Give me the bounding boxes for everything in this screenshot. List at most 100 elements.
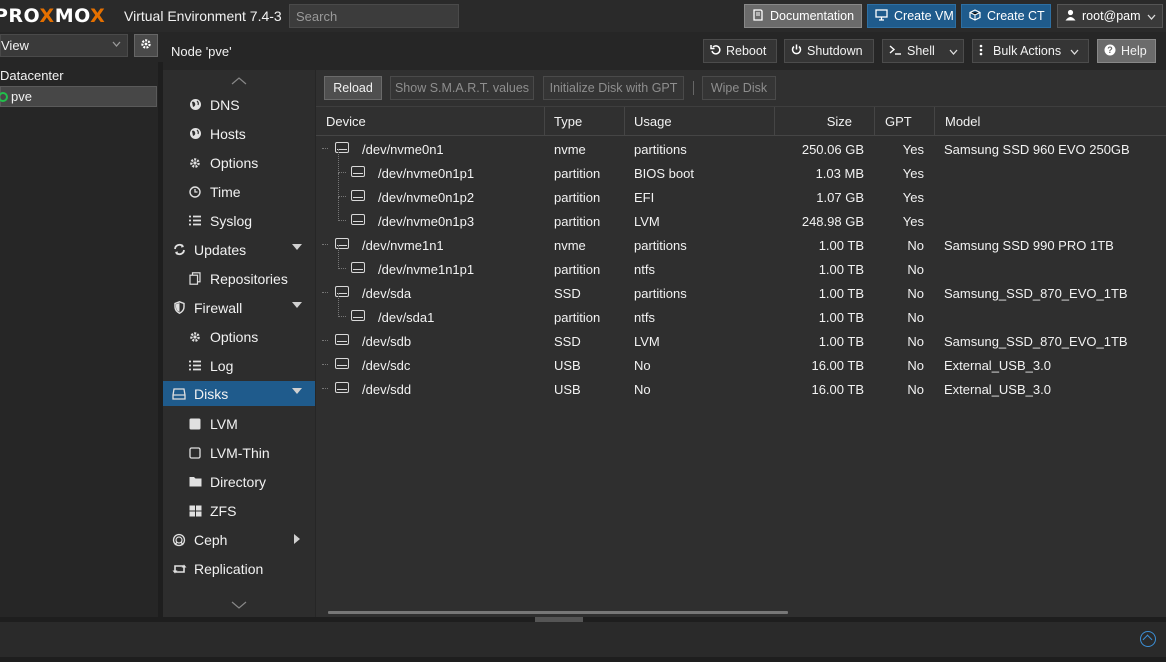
- menu-item-lvm[interactable]: LVM: [163, 411, 315, 436]
- menu-item-label: LVM-Thin: [210, 444, 270, 461]
- cell-size: 1.00 TB: [818, 286, 864, 301]
- proxmox-logo[interactable]: PROXMOX: [0, 5, 105, 27]
- menu-item-ceph[interactable]: Ceph: [163, 527, 315, 552]
- search-input[interactable]: [289, 4, 459, 28]
- menu-item-label: ZFS: [210, 502, 237, 519]
- cell-size: 250.06 GB: [801, 142, 864, 157]
- menu-item-updates[interactable]: Updates: [163, 237, 315, 262]
- cell-usage: partitions: [634, 286, 687, 301]
- expand-up-icon[interactable]: [1140, 631, 1156, 647]
- table-row[interactable]: /dev/sda SSD partitions 1.00 TB No Samsung_SS…: [316, 281, 1166, 305]
- cell-device: /dev/nvme1n1: [362, 238, 444, 253]
- menu-item-zfs[interactable]: ZFS: [163, 498, 315, 523]
- tree-item-datacenter[interactable]: Datacenter: [0, 68, 64, 83]
- grid-icon: [187, 503, 203, 519]
- menu-item-label: Hosts: [210, 125, 246, 142]
- cell-type: USB: [554, 358, 581, 373]
- cell-gpt: No: [907, 238, 924, 253]
- cell-type: partition: [554, 166, 601, 181]
- cell-device: /dev/sdc: [362, 358, 411, 373]
- menu-item-disks[interactable]: Disks: [163, 381, 315, 406]
- chevron-down-icon[interactable]: [949, 44, 958, 58]
- scroll-up-icon[interactable]: [163, 74, 315, 88]
- menu-item-replication[interactable]: Replication: [163, 556, 315, 581]
- menu-item-label: Directory: [210, 473, 267, 490]
- shell-button[interactable]: Shell: [882, 39, 964, 63]
- table-row[interactable]: /dev/nvme0n1p2 partition EFI 1.07 GB Yes: [316, 173, 1166, 209]
- node-menu: DNS Hosts Options Time Syslog Updates Re…: [163, 70, 315, 617]
- menu-item-dns[interactable]: DNS: [163, 92, 315, 117]
- drive-icon: [351, 190, 365, 201]
- table-row[interactable]: /dev/sdb SSD LVM 1.00 TB No Samsung_SSD_870_E…: [316, 329, 1166, 353]
- column-header-size[interactable]: Size: [775, 107, 875, 136]
- cell-type: nvme: [554, 142, 586, 157]
- table-row[interactable]: /dev/nvme1n1 nvme partitions 1.00 TB No Samsu…: [316, 233, 1166, 257]
- column-header-gpt[interactable]: GPT: [875, 107, 935, 136]
- menu-item-syslog[interactable]: Syslog: [163, 208, 315, 233]
- menu-item-firewall-options[interactable]: Options: [163, 324, 315, 349]
- table-row[interactable]: /dev/nvme0n1p1 partition BIOS boot 1.03 MB Y…: [316, 149, 1166, 185]
- expand-arrow-icon[interactable]: [292, 388, 302, 394]
- menu-item-directory[interactable]: Directory: [163, 469, 315, 494]
- view-selector[interactable]: View: [0, 34, 128, 57]
- table-row[interactable]: /dev/nvme0n1 nvme partitions 250.06 GB Yes Sa…: [316, 137, 1166, 161]
- expand-arrow-icon[interactable]: [292, 302, 302, 308]
- menu-item-hosts[interactable]: Hosts: [163, 121, 315, 146]
- table-row[interactable]: /dev/sdc USB No 16.00 TB No External_USB_3.0: [316, 353, 1166, 377]
- documentation-button[interactable]: Documentation: [744, 4, 862, 28]
- reboot-button[interactable]: Reboot: [703, 39, 777, 63]
- show-smart-values-button[interactable]: Show S.M.A.R.T. values: [390, 76, 534, 100]
- view-settings-button[interactable]: [134, 34, 158, 57]
- cell-gpt: Yes: [902, 214, 924, 229]
- horizontal-scrollbar[interactable]: [328, 611, 788, 614]
- reload-button[interactable]: Reload: [324, 76, 382, 100]
- disks-toolbar: Reload Show S.M.A.R.T. values Initialize…: [316, 70, 1166, 106]
- tree-connector: [338, 316, 346, 317]
- scroll-down-icon[interactable]: [163, 598, 315, 612]
- help-button[interactable]: ? Help: [1097, 39, 1156, 63]
- bulk-actions-button[interactable]: Bulk Actions: [972, 39, 1089, 63]
- table-row[interactable]: /dev/sdd USB No 16.00 TB No External_USB_3.0: [316, 377, 1166, 401]
- cell-usage: BIOS boot: [634, 166, 694, 181]
- expand-arrow-icon[interactable]: [292, 244, 302, 250]
- cell-gpt: No: [907, 286, 924, 301]
- user-menu-button[interactable]: root@pam: [1057, 4, 1163, 28]
- menu-item-label: Time: [210, 183, 241, 200]
- drive-icon: [335, 334, 349, 345]
- cell-size: 1.07 GB: [816, 190, 864, 205]
- table-row[interactable]: /dev/nvme0n1p3 partition LVM 248.98 GB Yes: [316, 197, 1166, 233]
- column-header-usage[interactable]: Usage: [625, 107, 775, 136]
- initialize-gpt-button[interactable]: Initialize Disk with GPT: [543, 76, 684, 100]
- shutdown-button[interactable]: Shutdown: [784, 39, 874, 63]
- cell-usage: No: [634, 382, 651, 397]
- drive-icon: [351, 310, 365, 321]
- clock-icon: [187, 184, 203, 200]
- menu-item-label: DNS: [210, 96, 240, 113]
- tree-connector: [338, 173, 339, 197]
- cell-size: 1.00 TB: [818, 310, 864, 325]
- collapsed-arrow-icon[interactable]: [294, 534, 300, 544]
- column-header-model[interactable]: Model: [935, 107, 1166, 136]
- cube-icon: [969, 8, 981, 24]
- create-ct-button[interactable]: Create CT: [961, 4, 1051, 28]
- cell-device: /dev/nvme0n1p3: [378, 214, 475, 229]
- drive-icon: [171, 386, 187, 402]
- column-header-device[interactable]: Device: [316, 107, 545, 136]
- cell-size: 16.00 TB: [811, 358, 864, 373]
- tree-item-node-pve[interactable]: pve: [0, 86, 157, 107]
- create-vm-button[interactable]: Create VM: [867, 4, 956, 28]
- table-row[interactable]: /dev/sda1 partition ntfs 1.00 TB No: [316, 293, 1166, 329]
- bulk-actions-label: Bulk Actions: [993, 44, 1062, 58]
- cell-type: partition: [554, 310, 601, 325]
- menu-item-firewall[interactable]: Firewall: [163, 295, 315, 320]
- wipe-disk-button[interactable]: Wipe Disk: [702, 76, 776, 100]
- tree-connector: [338, 220, 346, 221]
- menu-item-repositories[interactable]: Repositories: [163, 266, 315, 291]
- menu-item-time[interactable]: Time: [163, 179, 315, 204]
- table-row[interactable]: /dev/nvme1n1p1 partition ntfs 1.00 TB No: [316, 245, 1166, 281]
- menu-item-lvm-thin[interactable]: LVM-Thin: [163, 440, 315, 465]
- menu-item-options[interactable]: Options: [163, 150, 315, 175]
- column-header-type[interactable]: Type: [545, 107, 625, 136]
- tree-connector: [338, 149, 339, 173]
- menu-item-firewall-log[interactable]: Log: [163, 353, 315, 378]
